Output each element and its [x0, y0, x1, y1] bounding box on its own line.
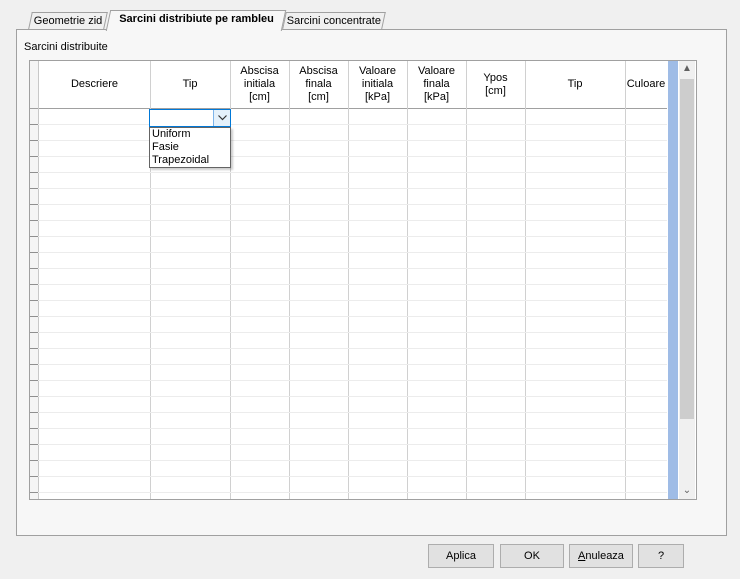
scroll-down-arrow-icon[interactable]: ⌄: [679, 483, 695, 499]
chevron-down-icon[interactable]: [213, 110, 230, 126]
loads-grid[interactable]: Descriere Tip Abscisa initiala [cm] Absc…: [29, 60, 697, 500]
grid-lines: [30, 61, 668, 499]
header-valoare-finala[interactable]: Valoare finala [kPa]: [407, 61, 466, 108]
cancel-label: nuleaza: [585, 550, 624, 562]
tab-sarcini-distribuite[interactable]: Sarcini distribiute pe rambleu: [105, 10, 287, 31]
header-descriere[interactable]: Descriere: [39, 61, 150, 108]
tab-label: Geometrie zid: [33, 15, 103, 27]
scroll-thumb[interactable]: [680, 79, 694, 419]
tab-strip: Geometrie zid Sarcini concentrate Sarcin…: [22, 10, 522, 31]
cancel-button[interactable]: Anuleaza: [569, 544, 633, 568]
apply-button[interactable]: Aplica: [428, 544, 494, 568]
header-culoare[interactable]: Culoare: [625, 61, 667, 108]
section-label: Sarcini distribuite: [24, 41, 108, 53]
header-ypos[interactable]: Ypos [cm]: [466, 61, 525, 108]
row-indicator-column: [30, 61, 38, 499]
scroll-highlight: [668, 61, 678, 499]
header-label: Abscisa finala [cm]: [299, 65, 338, 103]
header-tip[interactable]: Tip: [150, 61, 230, 108]
header-label: Ypos [cm]: [483, 71, 508, 97]
header-valoare-initiala[interactable]: Valoare initiala [kPa]: [348, 61, 407, 108]
tab-sarcini-concentrate[interactable]: Sarcini concentrate: [282, 12, 386, 29]
arrow-glyph: ▲: [682, 63, 692, 74]
option-uniform[interactable]: Uniform: [150, 128, 230, 141]
tab-label: Sarcini distribiute pe rambleu: [118, 13, 274, 25]
tab-geometrie-zid[interactable]: Geometrie zid: [28, 12, 108, 29]
tip-dropdown-list[interactable]: Uniform Fasie Trapezoidal: [149, 127, 231, 168]
ok-button[interactable]: OK: [500, 544, 564, 568]
header-tip-2[interactable]: Tip: [525, 61, 625, 108]
option-fasie[interactable]: Fasie: [150, 141, 230, 154]
help-button[interactable]: ?: [638, 544, 684, 568]
header-abscisa-finala[interactable]: Abscisa finala [cm]: [289, 61, 348, 108]
header-abscisa-initiala[interactable]: Abscisa initiala [cm]: [230, 61, 289, 108]
header-label: Valoare finala [kPa]: [417, 65, 456, 103]
vertical-scrollbar[interactable]: ▲ ⌄: [667, 61, 696, 499]
header-label: Tip: [182, 78, 198, 90]
header-label: Abscisa initiala [cm]: [240, 65, 279, 103]
scroll-up-arrow-icon[interactable]: ▲: [679, 61, 695, 77]
option-trapezoidal[interactable]: Trapezoidal: [150, 154, 230, 167]
arrow-glyph: ⌄: [682, 485, 692, 496]
tab-label: Sarcini concentrate: [286, 15, 381, 27]
tip-combo-box[interactable]: [149, 109, 231, 127]
header-label: Tip: [567, 78, 583, 90]
header-label: Descriere: [70, 78, 119, 90]
header-label: Valoare initiala [kPa]: [358, 65, 397, 103]
header-label: Culoare: [626, 78, 666, 90]
